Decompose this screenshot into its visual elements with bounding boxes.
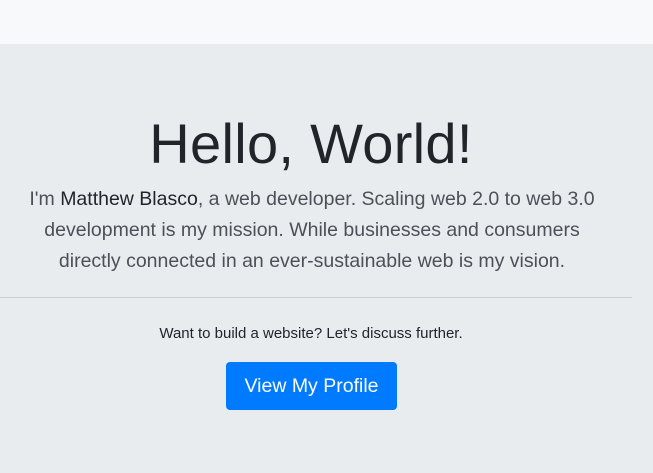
top-navbar (0, 0, 653, 44)
author-name: Matthew Blasco (60, 188, 198, 210)
view-profile-button[interactable]: View My Profile (226, 362, 397, 410)
horizontal-divider (0, 297, 632, 298)
lead-prefix: I'm (29, 188, 61, 210)
intro-lead: I'm Matthew Blasco, a web developer. Sca… (14, 184, 610, 277)
cta-text: Want to build a website? Let's discuss f… (159, 325, 463, 342)
page-title: Hello, World! (149, 112, 473, 175)
